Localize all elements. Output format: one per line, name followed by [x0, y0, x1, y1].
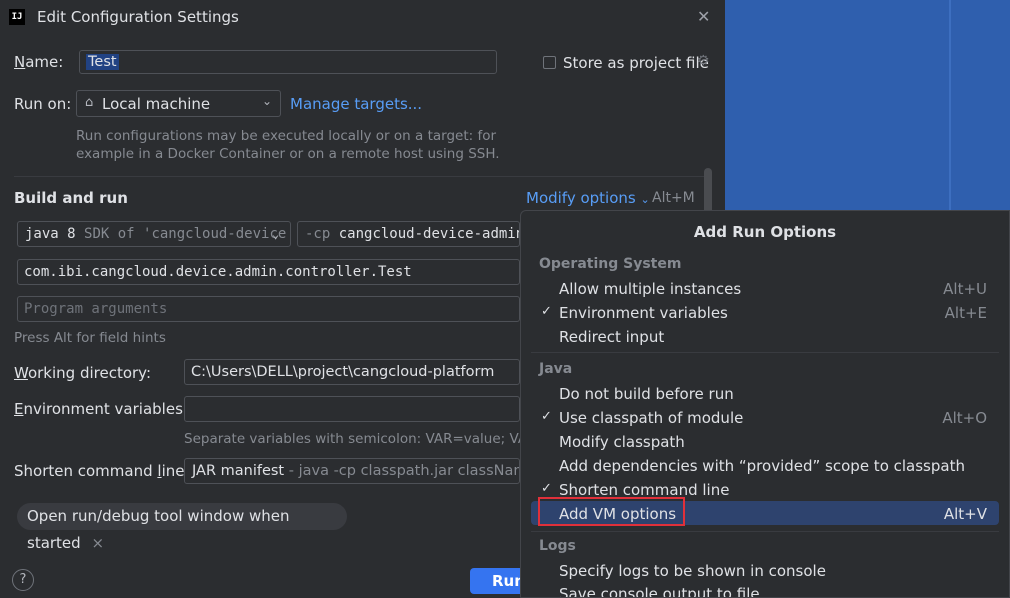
cp-flag: -cp — [305, 226, 331, 242]
run-on-dropdown[interactable]: ⌂ Local machine ⌄ — [76, 90, 281, 117]
add-run-options-popup: Add Run Options Operating System Allow m… — [520, 210, 1010, 598]
build-and-run-title: Build and run — [14, 189, 128, 207]
tool-window-option-pill[interactable]: Open run/debug tool window when started … — [17, 503, 347, 552]
group-java: Java — [539, 361, 573, 377]
option-environment-variables[interactable]: Environment variables — [559, 304, 728, 322]
shorten-value: JAR manifest — [192, 463, 285, 479]
cp-value: cangcloud-device-admin — [338, 226, 520, 242]
store-project-label[interactable]: Store as project file — [563, 54, 709, 72]
group-logs: Logs — [539, 538, 576, 554]
option-modify-classpath[interactable]: Modify classpath — [559, 433, 685, 451]
run-on-value: Local machine — [102, 95, 211, 113]
modify-options-label: Modify options — [526, 189, 636, 207]
environment-variables-label: Environment variables: — [14, 400, 188, 418]
popup-divider — [531, 531, 999, 532]
jdk-detail: SDK of 'cangcloud-device — [84, 226, 287, 242]
option-save-console-output[interactable]: Save console output to file — [559, 585, 760, 597]
name-value: Test — [86, 54, 119, 70]
popup-title: Add Run Options — [693, 223, 837, 241]
title-bar: IJ Edit Configuration Settings ✕ — [0, 0, 725, 36]
run-on-hint-line2: example in a Docker Container or on a re… — [76, 146, 500, 162]
close-icon[interactable]: × — [91, 534, 104, 552]
shortcut-use-classpath-of-module: Alt+O — [942, 409, 987, 427]
intellij-logo-icon: IJ — [9, 9, 25, 25]
environment-variables-input[interactable] — [184, 396, 520, 422]
option-allow-multiple-instances[interactable]: Allow multiple instances — [559, 280, 741, 298]
field-hint: Press Alt for field hints — [14, 330, 166, 346]
shorten-command-line-dropdown[interactable]: JAR manifest - java -cp classpath.jar cl… — [184, 458, 520, 484]
name-label: Name: — [14, 53, 64, 71]
working-directory-label: Working directory: — [14, 364, 152, 382]
option-do-not-build[interactable]: Do not build before run — [559, 385, 734, 403]
checkmark-icon: ✓ — [541, 409, 552, 424]
chevron-down-icon: ⌄ — [262, 94, 273, 108]
shortcut-allow-multiple-instances: Alt+U — [943, 280, 987, 298]
program-arguments-input[interactable]: Program arguments — [17, 296, 520, 322]
annotation-highlight-box — [538, 497, 685, 526]
option-add-provided-dependencies[interactable]: Add dependencies with “provided” scope t… — [559, 457, 965, 475]
gear-icon[interactable]: ⚙ — [697, 53, 710, 69]
chevron-down-icon: ⌄ — [272, 227, 280, 241]
classpath-module-dropdown[interactable]: -cp cangcloud-device-admin — [297, 221, 520, 247]
shortcut-add-vm-options: Alt+V — [943, 505, 987, 523]
shorten-detail: - java -cp classpath.jar className [a — [288, 463, 519, 479]
modify-options-shortcut: Alt+M — [652, 190, 695, 206]
name-input[interactable]: Test — [79, 50, 497, 74]
checkmark-icon: ✓ — [541, 304, 552, 319]
modify-options-link[interactable]: Modify options ⌄ — [526, 189, 650, 207]
help-icon[interactable]: ? — [12, 569, 34, 591]
option-specify-logs[interactable]: Specify logs to be shown in console — [559, 562, 826, 580]
option-redirect-input[interactable]: Redirect input — [559, 328, 664, 346]
group-operating-system: Operating System — [539, 256, 682, 272]
close-icon[interactable]: ✕ — [697, 7, 710, 26]
run-on-hint-line1: Run configurations may be executed local… — [76, 128, 497, 144]
home-icon: ⌂ — [85, 95, 94, 110]
popup-divider — [531, 352, 999, 353]
option-use-classpath-of-module[interactable]: Use classpath of module — [559, 409, 743, 427]
jdk-version: java 8 — [25, 226, 76, 242]
checkmark-icon: ✓ — [541, 481, 552, 496]
main-class-input[interactable]: com.ibi.cangcloud.device.admin.controlle… — [17, 259, 520, 285]
chevron-down-icon: ⌄ — [640, 193, 650, 206]
working-directory-input[interactable]: C:\Users\DELL\project\cangcloud-platform — [184, 359, 520, 385]
jdk-dropdown[interactable]: java 8 SDK of 'cangcloud-device ⌄ — [17, 221, 291, 247]
dialog-title: Edit Configuration Settings — [37, 8, 239, 26]
manage-targets-link[interactable]: Manage targets... — [290, 95, 422, 113]
tool-window-option-label: Open run/debug tool window when started — [27, 507, 290, 552]
section-divider — [14, 176, 704, 177]
store-project-checkbox[interactable] — [543, 56, 556, 69]
environment-variables-hint: Separate variables with semicolon: VAR=v… — [184, 431, 520, 447]
run-on-label: Run on: — [14, 95, 72, 113]
shortcut-environment-variables: Alt+E — [944, 304, 987, 322]
shorten-command-line-label: Shorten command line: — [14, 462, 190, 480]
